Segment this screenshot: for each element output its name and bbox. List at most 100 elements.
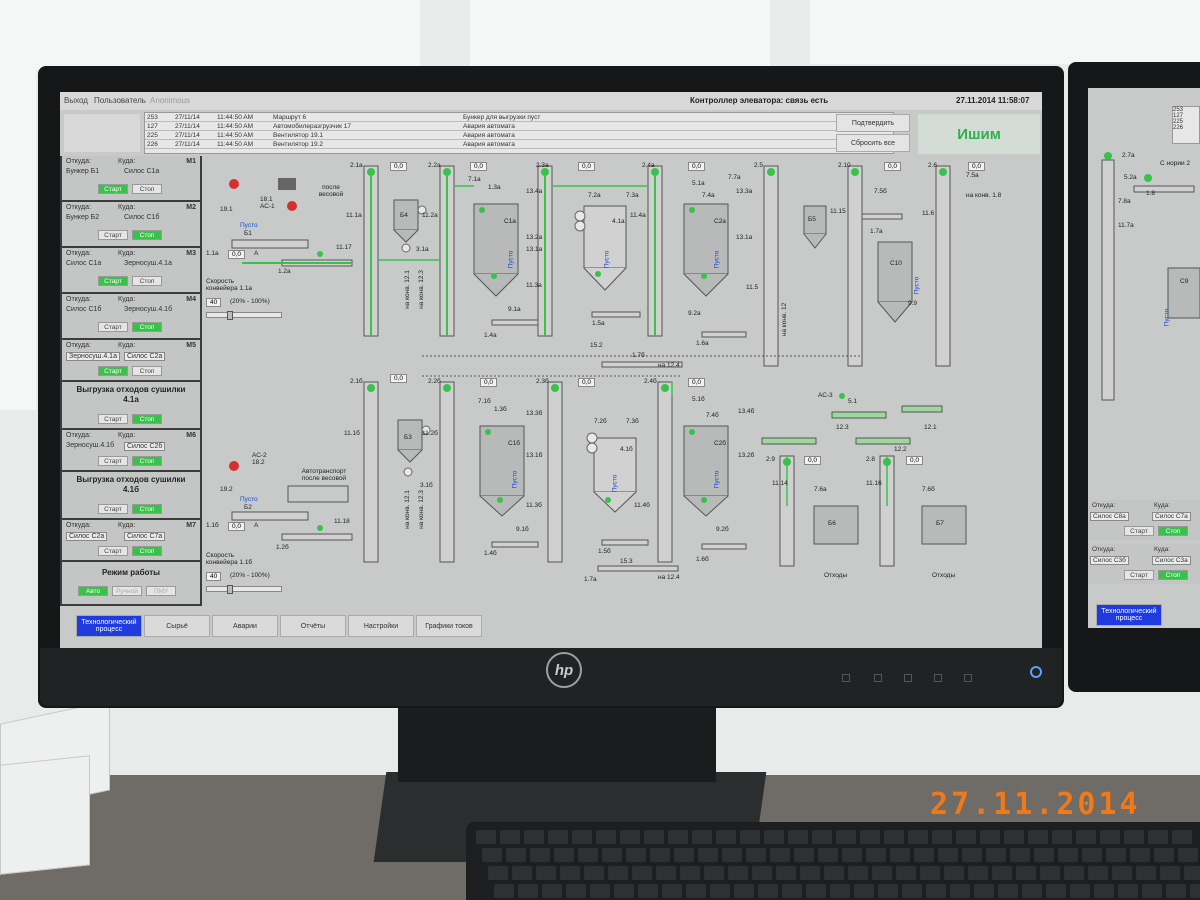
route-from-select[interactable]: Зерносуш.4.1а — [66, 352, 120, 361]
bunker-label: Б7 — [936, 520, 944, 527]
discharge-stop-button[interactable]: Стоп — [132, 504, 162, 514]
node-label: 1.7а — [584, 576, 597, 583]
elevator-current: 0,0 — [804, 456, 822, 465]
route-stop-button[interactable]: Стоп — [132, 366, 162, 376]
confirm-button[interactable]: Подтвердить — [836, 114, 910, 132]
reset-all-button[interactable]: Сбросить все — [836, 134, 910, 152]
route-stop-button[interactable]: Стоп — [132, 456, 162, 466]
menu-exit[interactable]: Выход — [64, 96, 88, 105]
route-start-button[interactable]: Старт — [98, 230, 128, 240]
route-to-select[interactable]: Силос С2а — [124, 352, 166, 361]
mode-pmu-button[interactable]: ПМУ — [146, 586, 176, 596]
node-label: 3.1б — [420, 482, 433, 489]
waste-label: Отходы — [932, 572, 956, 579]
speed-slider[interactable] — [206, 585, 282, 594]
discharge-start-button[interactable]: Старт — [98, 414, 128, 424]
route-to-select[interactable]: Силос С1а — [124, 168, 159, 175]
tab-reports[interactable]: Отчёты — [280, 615, 346, 637]
tab-raw[interactable]: Сырьё — [144, 615, 210, 637]
keyboard-key — [620, 830, 640, 844]
route-to-select[interactable]: Зерносуш.4.1б — [124, 306, 172, 313]
tab-current-charts[interactable]: Графики токов — [416, 615, 482, 637]
route-from-select[interactable]: Силос С1а — [66, 260, 101, 267]
silo-label: С2б — [714, 440, 727, 447]
route-from-select[interactable]: Бункер Б2 — [66, 214, 99, 221]
monitor-menu-icon[interactable] — [842, 674, 850, 682]
route-from-select[interactable]: Силос С8а — [1090, 512, 1129, 521]
discharge-stop-button[interactable]: Стоп — [132, 414, 162, 424]
route-start-button[interactable]: Старт — [98, 276, 128, 286]
conveyor-label: 1.1б — [206, 522, 219, 529]
keyboard-key — [1088, 866, 1108, 880]
keyboard-key — [1028, 830, 1048, 844]
route-start-button[interactable]: Старт — [98, 456, 128, 466]
monitor-up-icon[interactable] — [964, 674, 972, 682]
keyboard-key — [536, 866, 556, 880]
route-stop-button[interactable]: Стоп — [132, 276, 162, 286]
tab-settings[interactable]: Настройки — [348, 615, 414, 637]
route-stop-button[interactable]: Стоп — [132, 546, 162, 556]
route-to-select[interactable]: Силос С1б — [124, 214, 159, 221]
tab-process[interactable]: Технологический процесс — [1096, 604, 1162, 626]
route-start-button[interactable]: Старт — [98, 366, 128, 376]
node-label: 7.3б — [626, 418, 639, 425]
node-label: 3.1а — [416, 246, 429, 253]
alarm-row[interactable]: 225 27/11/14 11:44:50 AM Вентилятор 19.1 А… — [145, 131, 893, 140]
route-start-button[interactable]: Старт — [98, 322, 128, 332]
route-to-select[interactable]: Силос С7а — [124, 532, 166, 541]
route-start-button[interactable]: Старт — [1124, 570, 1154, 580]
power-icon[interactable] — [1030, 666, 1042, 678]
route-stop-button[interactable]: Стоп — [132, 230, 162, 240]
alarm-row[interactable]: 127 27/11/14 11:44:50 AM Автомобилеразгруз… — [145, 122, 893, 131]
elevator-label: 2.6 — [928, 162, 938, 169]
keyboard-key — [974, 884, 994, 898]
silo-state: Пусто — [507, 250, 515, 269]
elevator-label: 2.3б — [536, 378, 549, 385]
monitor-down-icon[interactable] — [934, 674, 942, 682]
route-stop-button[interactable]: Стоп — [132, 184, 162, 194]
hopper-name: Б2 — [244, 504, 252, 511]
route-from-select[interactable]: Бункер Б1 — [66, 168, 99, 175]
route-to-select[interactable]: Силос С2б — [124, 442, 166, 451]
keyboard-key — [500, 830, 520, 844]
route-start-button[interactable]: Старт — [1124, 526, 1154, 536]
route-stop-button[interactable]: Стоп — [132, 322, 162, 332]
route-second-1: Откуда: Куда: Силос С8а Силос С7а Старт … — [1088, 500, 1200, 540]
speed-slider[interactable] — [206, 311, 282, 320]
tab-process[interactable]: Технологический процесс — [76, 615, 142, 637]
speed-input[interactable]: 40 — [206, 572, 222, 581]
route-stop-button[interactable]: Стоп — [1158, 570, 1188, 580]
slider-thumb[interactable] — [227, 585, 233, 594]
speed-input[interactable]: 40 — [206, 298, 222, 307]
node-label: 13.1а — [736, 234, 753, 241]
keyboard-key — [650, 848, 670, 862]
route-from-select[interactable]: Силос С3б — [1090, 556, 1129, 565]
menu-user[interactable]: Пользователь — [94, 96, 146, 105]
route-stop-button[interactable]: Стоп — [1158, 526, 1188, 536]
slider-thumb[interactable] — [227, 311, 233, 320]
conveyor-label: 1.1а — [206, 250, 219, 257]
alarm-row[interactable]: 226 27/11/14 11:44:50 AM Вентилятор 19.2 А… — [145, 140, 893, 149]
monitor-input-icon[interactable] — [874, 674, 882, 682]
mode-manual-button[interactable]: Ручной — [112, 586, 142, 596]
route-from-select[interactable]: Зерносуш.4.1б — [66, 442, 114, 449]
route-from-select[interactable]: Силос С2а — [66, 532, 108, 541]
route-from-select[interactable]: Силос С1б — [66, 306, 101, 313]
route-start-button[interactable]: Старт — [98, 184, 128, 194]
alarm-row[interactable]: 253 27/11/14 11:44:50 AM Маршрут 6 Бункер … — [145, 113, 893, 122]
keyboard-key — [950, 884, 970, 898]
silo-label: С1б — [508, 440, 521, 447]
silo-state: Пусто — [713, 250, 721, 269]
route-start-button[interactable]: Старт — [98, 546, 128, 556]
node-label: на 12.4 — [658, 362, 680, 369]
route-to-select[interactable]: Силос С7а — [1152, 512, 1191, 521]
keyboard-key — [602, 848, 622, 862]
keyboard-key — [722, 848, 742, 862]
route-to-select[interactable]: Зерносуш.4.1а — [124, 260, 172, 267]
mode-auto-button[interactable]: Авто — [78, 586, 108, 596]
keyboard-key — [788, 830, 808, 844]
tab-alarms[interactable]: Аварии — [212, 615, 278, 637]
route-to-select[interactable]: Силос С3а — [1152, 556, 1191, 565]
discharge-start-button[interactable]: Старт — [98, 504, 128, 514]
monitor-brightness-icon[interactable] — [904, 674, 912, 682]
